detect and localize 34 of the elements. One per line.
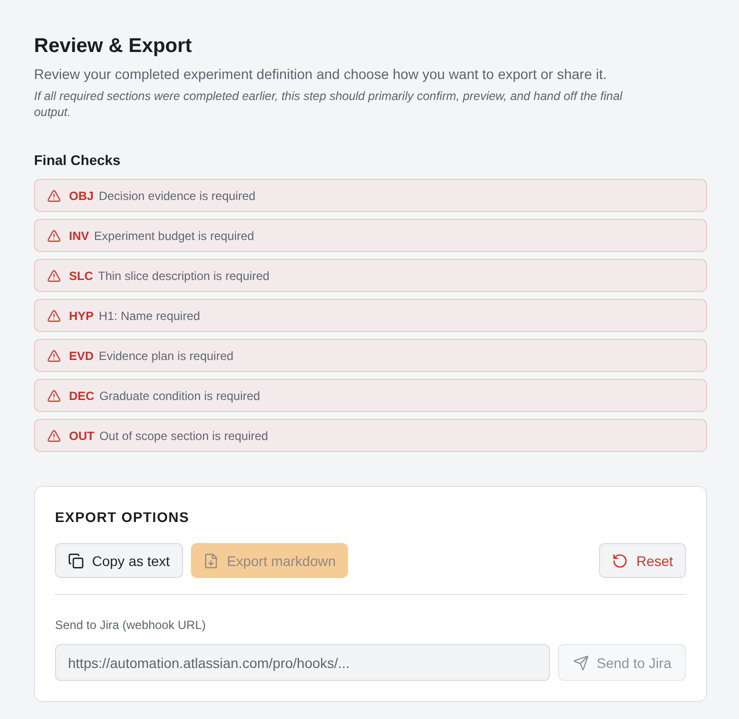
section-heading: Final Checks <box>34 151 122 170</box>
warning-icon <box>47 188 61 202</box>
check-message: Thin slice description is required <box>98 268 270 284</box>
copy-icon <box>68 552 84 568</box>
warning-icon <box>47 388 61 402</box>
check-code: EVD <box>69 348 94 364</box>
page-subtitle: Review your completed experiment definition and choose how you want to export or share it. <box>34 65 608 84</box>
send-icon <box>572 654 589 670</box>
check-code: OUT <box>69 428 94 444</box>
webhook-url-field[interactable]: https://automation.atlassian.com/pro/hooks/... <box>55 644 550 681</box>
check-code: INV <box>69 228 90 244</box>
check-code: HYP <box>69 308 94 324</box>
reset-icon <box>612 552 628 568</box>
page-note: If all required sections were completed earlier, this step should primarily confirm, preview, and hand off the final output. <box>34 88 624 120</box>
check-code: SLC <box>69 268 93 284</box>
field-label: Send to Jira (webhook URL) <box>55 617 207 633</box>
warning-icon <box>47 228 61 242</box>
check-code: DEC <box>69 388 94 404</box>
reset-button[interactable]: Reset <box>599 543 686 578</box>
file-download-icon <box>202 552 219 568</box>
check-message: Out of scope section is required <box>99 428 268 444</box>
check-code: OBJ <box>69 188 94 204</box>
warning-icon <box>47 348 61 362</box>
warning-icon <box>47 308 61 322</box>
page-title: Review & Export <box>34 34 193 59</box>
warning-icon <box>47 268 61 282</box>
check-message: Evidence plan is required <box>98 348 234 364</box>
check-message: Decision evidence is required <box>98 188 256 204</box>
card-heading: EXPORT OPTIONS <box>55 508 190 527</box>
warning-icon <box>47 428 61 442</box>
check-message: H1: Name required <box>98 308 200 324</box>
check-message: Graduate condition is required <box>99 388 260 404</box>
copy-button[interactable]: Copy as text <box>55 543 183 578</box>
check-message: Experiment budget is required <box>94 228 254 244</box>
